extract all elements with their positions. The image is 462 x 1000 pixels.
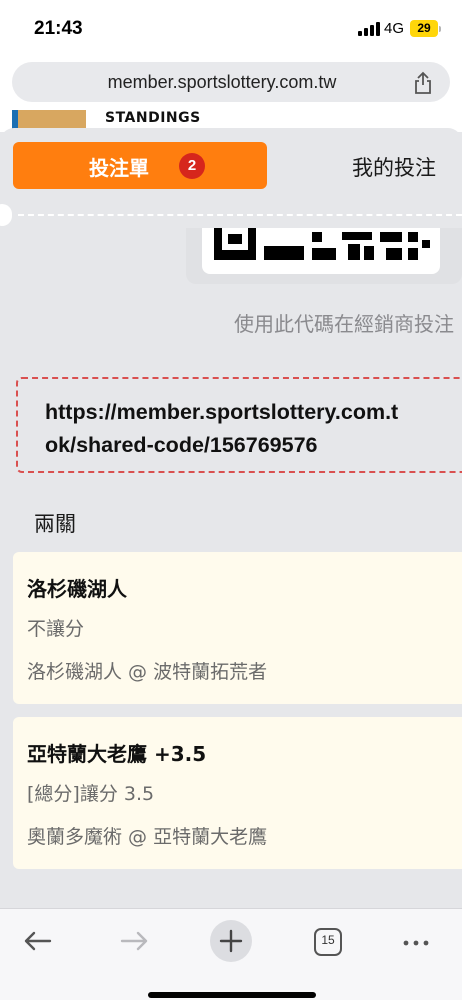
shared-link-text[interactable]: https://member.sportslottery.com.t ok/sh… [45,396,462,462]
shared-link-box[interactable]: https://member.sportslottery.com.t ok/sh… [16,377,462,473]
parlay-title: 兩關 [34,512,76,536]
status-time: 21:43 [34,18,83,39]
tab-bet-slip[interactable]: 投注單 2 [13,142,267,189]
address-url[interactable]: member.sportslottery.com.tw [12,72,392,93]
address-bar[interactable]: member.sportslottery.com.tw [12,62,450,102]
ticket-perforation [18,214,462,216]
back-arrow-icon[interactable] [16,919,60,963]
selection-bet-type: [總分]讓分 3.5 [27,783,155,805]
qr-code[interactable] [202,228,440,274]
tabs-count: 15 [321,933,335,947]
selection-team: 洛杉磯湖人 [27,577,127,601]
ticket-notch [0,204,12,226]
bet-slip-sheet: 投注單 2 我的投注 使用此代碼在經銷商投注 https://member.sp… [0,128,462,910]
tab-my-bets[interactable]: 我的投注 [352,152,436,182]
tabs-count-icon[interactable]: 15 [306,919,350,963]
selection-team: 亞特蘭大老鷹 +3.5 [27,742,207,766]
selection-match: 奧蘭多魔術 @ 亞特蘭大老鷹 [27,826,268,848]
bet-selection-card[interactable]: 亞特蘭大老鷹 +3.5 [總分]讓分 3.5 奧蘭多魔術 @ 亞特蘭大老鷹 [13,717,462,869]
selection-bet-type: 不讓分 [27,618,85,640]
qr-code-hint: 使用此代碼在經銷商投注 [234,312,454,336]
home-indicator [148,992,316,998]
battery-tip [439,26,441,32]
forward-arrow-icon[interactable] [112,919,156,963]
bet-count-badge: 2 [179,153,205,179]
standings-heading: STANDINGS [105,110,201,126]
tab-bet-slip-label: 投注單 [89,156,149,180]
browser-address-area: member.sportslottery.com.tw [0,56,462,110]
qr-code-frame [186,228,462,284]
browser-toolbar: 15 [0,908,462,1000]
selection-match: 洛杉磯湖人 @ 波特蘭拓荒者 [27,661,268,683]
bet-selection-card[interactable]: 洛杉磯湖人 不讓分 洛杉磯湖人 @ 波特蘭拓荒者 [13,552,462,704]
status-bar: 21:43 4G 29 [0,0,462,56]
battery-icon: 29 [410,20,438,37]
more-menu-icon[interactable] [394,919,438,963]
network-type: 4G [384,20,405,37]
cellular-signal-icon [358,22,380,36]
new-tab-plus-icon[interactable] [209,919,253,963]
share-icon[interactable] [412,71,434,94]
